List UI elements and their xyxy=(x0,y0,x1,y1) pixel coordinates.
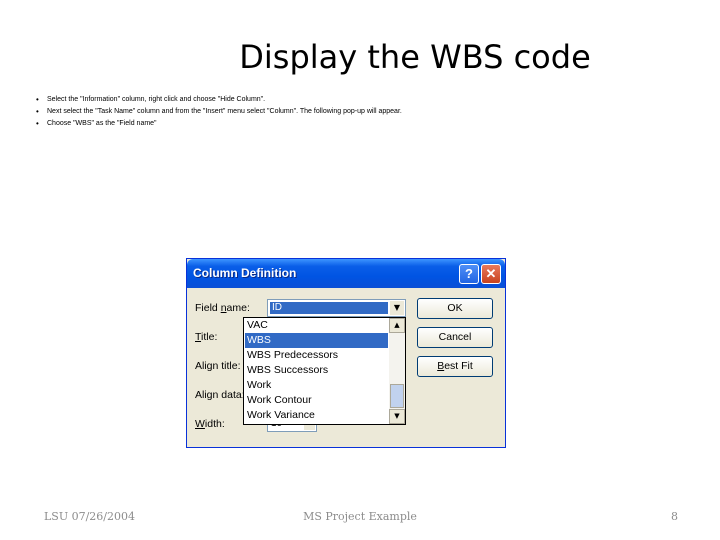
list-item-wbs-predecessors[interactable]: WBS Predecessors xyxy=(245,348,388,363)
bullet-text: Select the "Information" column, right c… xyxy=(47,96,266,103)
help-icon: ? xyxy=(465,266,473,281)
ok-button[interactable]: OK xyxy=(417,298,493,319)
bullet-item: • Next select the "Task Name" column and … xyxy=(36,106,696,118)
align-title-label: Align title: xyxy=(195,360,241,372)
best-fit-button[interactable]: Best Fit xyxy=(417,356,493,377)
field-name-combobox[interactable]: ID ▼ xyxy=(267,299,406,317)
list-item-work-contour[interactable]: Work Contour xyxy=(245,393,388,408)
field-name-label: Field name: xyxy=(195,302,250,314)
scroll-up-icon[interactable]: ▲ xyxy=(389,318,405,333)
slide-number: 8 xyxy=(671,510,678,523)
list-item-wbs-successors[interactable]: WBS Successors xyxy=(245,363,388,378)
close-button[interactable]: ✕ xyxy=(481,264,501,284)
bullet-item: • Select the "Information" column, right … xyxy=(36,94,696,106)
slide-title: Display the WBS code xyxy=(239,38,591,76)
instruction-list: • Select the "Information" column, right … xyxy=(36,94,696,130)
dialog-title: Column Definition xyxy=(193,266,297,280)
list-item-wbs[interactable]: WBS xyxy=(245,333,388,348)
bullet-icon: • xyxy=(36,107,39,116)
title-label: Title: xyxy=(195,331,218,343)
help-button[interactable]: ? xyxy=(459,264,479,284)
dropdown-arrow-icon[interactable]: ▼ xyxy=(390,301,404,315)
align-data-label: Align data: xyxy=(195,389,245,401)
scroll-down-icon[interactable]: ▼ xyxy=(389,409,405,424)
list-item-work-variance[interactable]: Work Variance xyxy=(245,408,388,423)
close-icon: ✕ xyxy=(485,266,497,281)
width-label: Width: xyxy=(195,418,225,430)
bullet-icon: • xyxy=(36,119,39,128)
field-name-dropdown-list[interactable]: VAC WBS WBS Predecessors WBS Successors … xyxy=(243,317,406,425)
bullet-text: Next select the "Task Name" column and f… xyxy=(47,108,402,115)
scroll-thumb[interactable] xyxy=(390,384,404,408)
bullet-text: Choose "WBS" as the "Field name" xyxy=(47,120,157,127)
bullet-item: • Choose "WBS" as the "Field name" xyxy=(36,118,696,130)
column-definition-dialog: Column Definition ? ✕ Field name: Title:… xyxy=(186,258,506,448)
field-name-value: ID xyxy=(269,301,389,315)
bullet-icon: • xyxy=(36,95,39,104)
dialog-titlebar[interactable]: Column Definition ? ✕ xyxy=(187,259,505,288)
list-item-work[interactable]: Work xyxy=(245,378,388,393)
footer-title: MS Project Example xyxy=(303,510,417,523)
cancel-button[interactable]: Cancel xyxy=(417,327,493,348)
list-item-vac[interactable]: VAC xyxy=(245,318,388,333)
list-scrollbar[interactable]: ▲ ▼ xyxy=(389,318,405,424)
